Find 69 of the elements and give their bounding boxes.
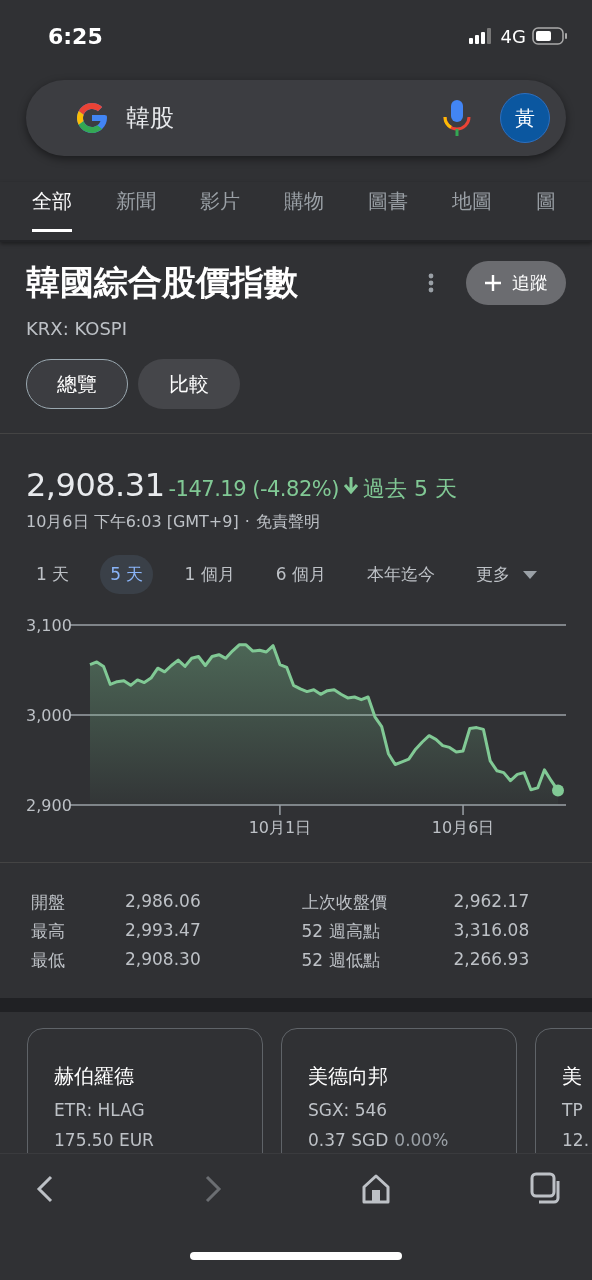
current-price: 2,908.31 xyxy=(26,466,165,504)
timestamp: 10月6日 下午6:03 [GMT+9] xyxy=(26,512,239,533)
search-tab[interactable]: 圖書 xyxy=(368,182,408,232)
x-axis-label: 10月6日 xyxy=(431,818,495,837)
y-axis-label: 2,900 xyxy=(26,796,72,815)
home-icon[interactable] xyxy=(362,1174,390,1204)
price-change: -147.19 (-4.82%) xyxy=(168,477,339,501)
stock-change: 0.00% xyxy=(394,1130,449,1150)
stock-card[interactable]: 赫伯羅德 ETR: HLAG 175.50 EUR xyxy=(27,1028,263,1153)
stat-label: 開盤 xyxy=(31,891,66,914)
disclaimer-link[interactable]: 免責聲明 xyxy=(255,512,320,533)
stock-name: 美德向邦 xyxy=(308,1063,389,1090)
range-tab[interactable]: 1 個月 xyxy=(174,555,245,594)
stock-name: 赫伯羅德 xyxy=(54,1063,135,1090)
avatar[interactable]: 黃 xyxy=(500,93,550,143)
stat-label: 52 週高點 xyxy=(301,920,381,943)
stat-value: 2,993.47 xyxy=(125,920,201,942)
microphone-icon[interactable] xyxy=(442,99,472,137)
network-label: 4G xyxy=(500,25,526,47)
down-arrow-icon xyxy=(342,476,359,494)
dropdown-caret-icon xyxy=(521,569,538,580)
stock-ticker: TP xyxy=(562,1100,584,1120)
stat-value: 2,962.17 xyxy=(453,891,530,913)
forward-icon[interactable] xyxy=(204,1175,222,1203)
view-chip[interactable]: 比較 xyxy=(138,359,240,409)
range-tab[interactable]: 6 個月 xyxy=(265,555,336,594)
stat-label: 最低 xyxy=(31,949,66,972)
range-tab[interactable]: 本年迄今 xyxy=(356,555,445,594)
plus-icon xyxy=(484,274,502,292)
stock-price: 12. xyxy=(562,1130,590,1150)
search-tab[interactable]: 新聞 xyxy=(116,182,156,232)
stat-label: 最高 xyxy=(31,920,66,943)
back-icon[interactable] xyxy=(36,1175,54,1203)
stock-name: 美 xyxy=(562,1063,583,1090)
range-tab[interactable]: 更多 xyxy=(465,555,548,594)
search-tab[interactable]: 購物 xyxy=(284,182,324,232)
search-field[interactable]: 韓股 黃 xyxy=(26,80,566,156)
stock-price: 175.50 EUR xyxy=(54,1130,154,1150)
battery-icon xyxy=(532,27,568,45)
search-tab[interactable]: 影片 xyxy=(200,182,240,232)
stock-card[interactable]: 美 TP 12. xyxy=(535,1028,592,1153)
follow-button[interactable]: 追蹤 xyxy=(466,261,566,305)
stat-value: 3,316.08 xyxy=(453,920,530,942)
google-logo-icon xyxy=(74,100,110,136)
range-tab[interactable]: 5 天 xyxy=(100,555,154,594)
index-title: 韓國綜合股價指數 xyxy=(26,261,299,304)
search-tab[interactable]: 地圖 xyxy=(452,182,492,232)
more-options-icon[interactable] xyxy=(428,273,434,293)
separator-dot: · xyxy=(244,512,250,533)
search-tab[interactable]: 圖 xyxy=(536,182,556,232)
stat-label: 52 週低點 xyxy=(301,949,381,972)
status-time: 6:25 xyxy=(48,23,103,49)
y-axis-label: 3,000 xyxy=(26,706,72,725)
range-tab[interactable]: 1 天 xyxy=(26,555,80,594)
x-axis-label: 10月1日 xyxy=(248,818,312,837)
ticker-symbol: KRX: KOSPI xyxy=(26,318,128,339)
search-tab[interactable]: 全部 xyxy=(32,182,72,232)
stat-value: 2,986.06 xyxy=(125,891,201,913)
stock-price: 0.37 SGD xyxy=(308,1130,389,1150)
y-axis-label: 3,100 xyxy=(26,616,72,635)
view-chip[interactable]: 總覽 xyxy=(26,359,128,409)
stat-label: 上次收盤價 xyxy=(301,891,388,914)
last-point-marker xyxy=(552,784,564,797)
search-query: 韓股 xyxy=(126,103,175,134)
period-label: 過去 5 天 xyxy=(362,475,457,503)
stat-value: 2,266.93 xyxy=(453,949,530,971)
stock-ticker: SGX: 546 xyxy=(308,1100,389,1120)
stock-ticker: ETR: HLAG xyxy=(54,1100,146,1120)
stat-value: 2,908.30 xyxy=(125,949,201,971)
